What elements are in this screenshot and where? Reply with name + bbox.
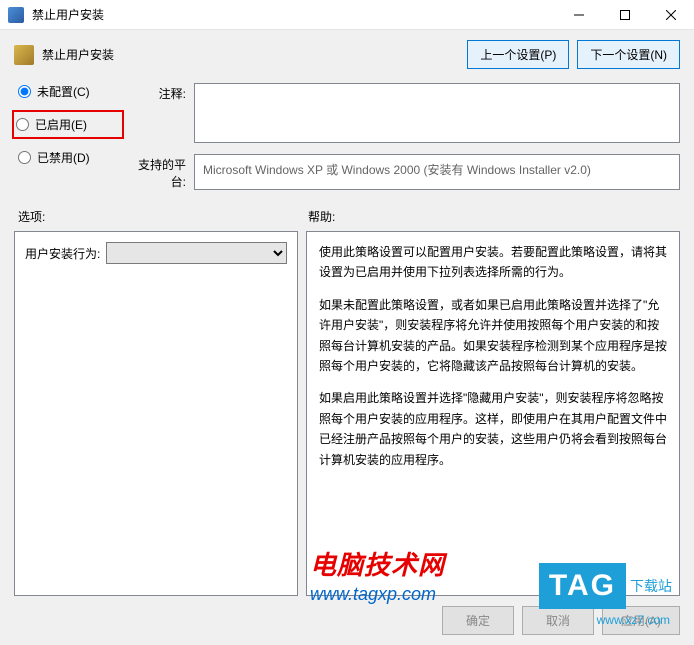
window-controls (556, 0, 694, 30)
radio-enabled[interactable]: 已启用(E) (12, 110, 124, 139)
minimize-button[interactable] (556, 0, 602, 30)
maximize-button[interactable] (602, 0, 648, 30)
config-row: 未配置(C) 已启用(E) 已禁用(D) 注释: 支持的平台: Microsof… (14, 83, 680, 190)
lower-panels: 用户安装行为: 使用此策略设置可以配置用户安装。若要配置此策略设置，请将其设置为… (14, 231, 680, 596)
platform-text: Microsoft Windows XP 或 Windows 2000 (安装有… (194, 154, 680, 190)
options-heading: 选项: (14, 208, 304, 225)
help-panel: 使用此策略设置可以配置用户安装。若要配置此策略设置，请将其设置为已启用并使用下拉… (306, 231, 680, 596)
app-icon (8, 7, 24, 23)
platform-label: 支持的平台: (124, 154, 194, 190)
section-labels: 选项: 帮助: (14, 208, 680, 225)
help-paragraph-1: 使用此策略设置可以配置用户安装。若要配置此策略设置，请将其设置为已启用并使用下拉… (319, 242, 667, 283)
radio-disabled[interactable]: 已禁用(D) (18, 149, 124, 166)
apply-button[interactable]: 应用(A) (602, 606, 680, 635)
close-button[interactable] (648, 0, 694, 30)
behavior-select[interactable] (106, 242, 287, 264)
radio-disabled-label: 已禁用(D) (37, 149, 90, 166)
help-heading: 帮助: (304, 208, 680, 225)
header-row: 禁止用户安装 上一个设置(P) 下一个设置(N) (14, 40, 680, 69)
options-panel: 用户安装行为: (14, 231, 298, 596)
radio-disabled-input[interactable] (18, 151, 31, 164)
comment-textarea[interactable] (194, 83, 680, 143)
radio-not-configured-input[interactable] (18, 85, 31, 98)
dialog-buttons: 确定 取消 应用(A) (14, 596, 680, 635)
behavior-label: 用户安装行为: (25, 245, 100, 262)
help-paragraph-2: 如果未配置此策略设置，或者如果已启用此策略设置并选择了"允许用户安装"，则安装程… (319, 295, 667, 377)
next-setting-button[interactable]: 下一个设置(N) (577, 40, 680, 69)
radio-column: 未配置(C) 已启用(E) 已禁用(D) (14, 83, 124, 176)
radio-not-configured[interactable]: 未配置(C) (18, 83, 124, 100)
cancel-button[interactable]: 取消 (522, 606, 594, 635)
radio-not-configured-label: 未配置(C) (37, 83, 90, 100)
policy-title: 禁止用户安装 (42, 46, 467, 63)
window-title: 禁止用户安装 (32, 6, 556, 23)
titlebar: 禁止用户安装 (0, 0, 694, 30)
radio-enabled-input[interactable] (16, 118, 29, 131)
help-paragraph-3: 如果启用此策略设置并选择"隐藏用户安装"，则安装程序将忽略按照每个用户安装的应用… (319, 388, 667, 470)
prev-setting-button[interactable]: 上一个设置(P) (467, 40, 569, 69)
radio-enabled-label: 已启用(E) (35, 116, 87, 133)
comment-label: 注释: (124, 83, 194, 102)
policy-icon (14, 45, 34, 65)
content-area: 禁止用户安装 上一个设置(P) 下一个设置(N) 未配置(C) 已启用(E) 已… (0, 30, 694, 645)
ok-button[interactable]: 确定 (442, 606, 514, 635)
